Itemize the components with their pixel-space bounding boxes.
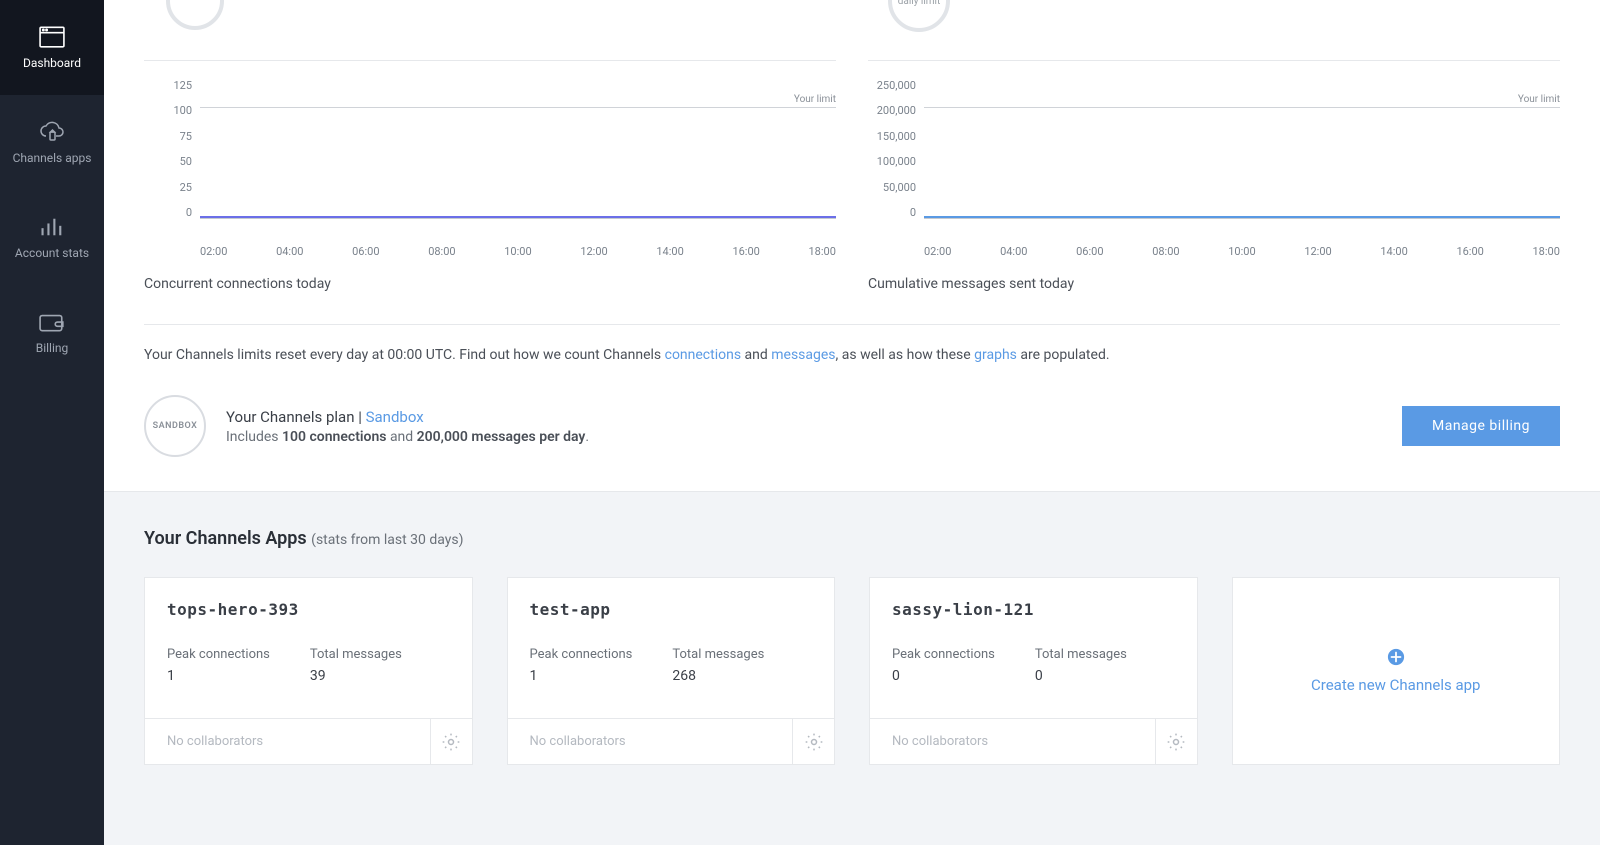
data-line [924,216,1560,218]
collaborators-text: No collaborators [530,734,626,749]
plan-badge: SANDBOX [144,395,206,457]
sidebar-item-billing[interactable]: Billing [0,285,104,380]
plan-title: Your Channels plan | Sandbox [226,408,589,426]
sidebar-item-channels-apps[interactable]: Channels apps [0,95,104,190]
wallet-icon [39,311,65,333]
main-content: 125 100 75 50 25 0 Your limit [104,0,1600,845]
y-axis: 250,000 200,000 150,000 100,000 50,000 0 [868,79,924,219]
collaborators-text: No collaborators [167,734,263,749]
total-messages-label: Total messages [672,647,764,662]
link-connections[interactable]: connections [665,347,741,363]
create-app-label: Create new Channels app [1311,676,1480,694]
total-messages-value: 268 [672,668,764,684]
plus-circle-icon [1387,648,1405,666]
total-messages-label: Total messages [1035,647,1127,662]
sidebar-item-label: Dashboard [23,56,81,70]
window-icon [39,26,65,48]
stats-icon [39,216,65,238]
link-graphs[interactable]: graphs [974,347,1017,363]
y-axis: 125 100 75 50 25 0 [144,79,200,219]
chart-concurrent-connections: 125 100 75 50 25 0 Your limit [144,0,836,292]
cloud-upload-icon [39,121,65,143]
peak-connections-label: Peak connections [892,647,995,662]
limit-label: Your limit [1518,94,1560,105]
plan-row: SANDBOX Your Channels plan | Sandbox Inc… [104,363,1600,492]
total-messages-value: 39 [310,668,402,684]
plan-link-sandbox[interactable]: Sandbox [366,408,424,426]
peak-connections-value: 1 [530,668,633,684]
total-messages-label: Total messages [310,647,402,662]
apps-section: Your Channels Apps (stats from last 30 d… [104,492,1600,845]
apps-header: Your Channels Apps (stats from last 30 d… [144,528,1560,549]
chart-title: Cumulative messages sent today [868,276,1560,292]
app-card[interactable]: test-app Peak connections 1 Total messag… [507,577,836,765]
gear-icon [1166,732,1186,752]
sidebar-item-dashboard[interactable]: Dashboard [0,0,104,95]
chart-title: Concurrent connections today [144,276,836,292]
peak-connections-value: 0 [892,668,995,684]
peak-connections-label: Peak connections [167,647,270,662]
limits-info-text: Your Channels limits reset every day at … [104,347,1600,363]
app-name: tops-hero-393 [167,600,450,619]
app-settings-button[interactable] [792,719,834,764]
app-card[interactable]: sassy-lion-121 Peak connections 0 Total … [869,577,1198,765]
app-card[interactable]: tops-hero-393 Peak connections 1 Total m… [144,577,473,765]
sidebar-item-label: Channels apps [13,151,92,165]
chart-plot: Your limit [924,79,1560,219]
collaborators-text: No collaborators [892,734,988,749]
app-name: test-app [530,600,813,619]
app-name: sassy-lion-121 [892,600,1175,619]
sidebar-item-label: Account stats [15,246,89,260]
x-axis: 02:00 04:00 06:00 08:00 10:00 12:00 14:0… [924,245,1560,258]
limit-label: Your limit [794,94,836,105]
app-settings-button[interactable] [1155,719,1197,764]
peak-connections-value: 1 [167,668,270,684]
daily-limit-ring: daily limit [888,0,950,32]
sidebar-item-label: Billing [36,341,69,355]
manage-billing-button[interactable]: Manage billing [1402,406,1560,446]
sidebar-item-account-stats[interactable]: Account stats [0,190,104,285]
create-app-card[interactable]: Create new Channels app [1232,577,1561,765]
link-messages[interactable]: messages [771,347,835,363]
peak-connections-label: Peak connections [530,647,633,662]
sidebar: Dashboard Channels apps Account stats Bi… [0,0,104,845]
x-axis: 02:00 04:00 06:00 08:00 10:00 12:00 14:0… [200,245,836,258]
plan-includes: Includes 100 connections and 200,000 mes… [226,429,589,445]
chart-cumulative-messages: daily limit 250,000 200,000 150,000 100,… [868,0,1560,292]
charts-row: 125 100 75 50 25 0 Your limit [104,0,1600,292]
app-settings-button[interactable] [430,719,472,764]
total-messages-value: 0 [1035,668,1127,684]
gear-icon [804,732,824,752]
data-line [200,216,836,218]
chart-plot: Your limit [200,79,836,219]
gear-icon [441,732,461,752]
daily-limit-ring [164,0,226,32]
